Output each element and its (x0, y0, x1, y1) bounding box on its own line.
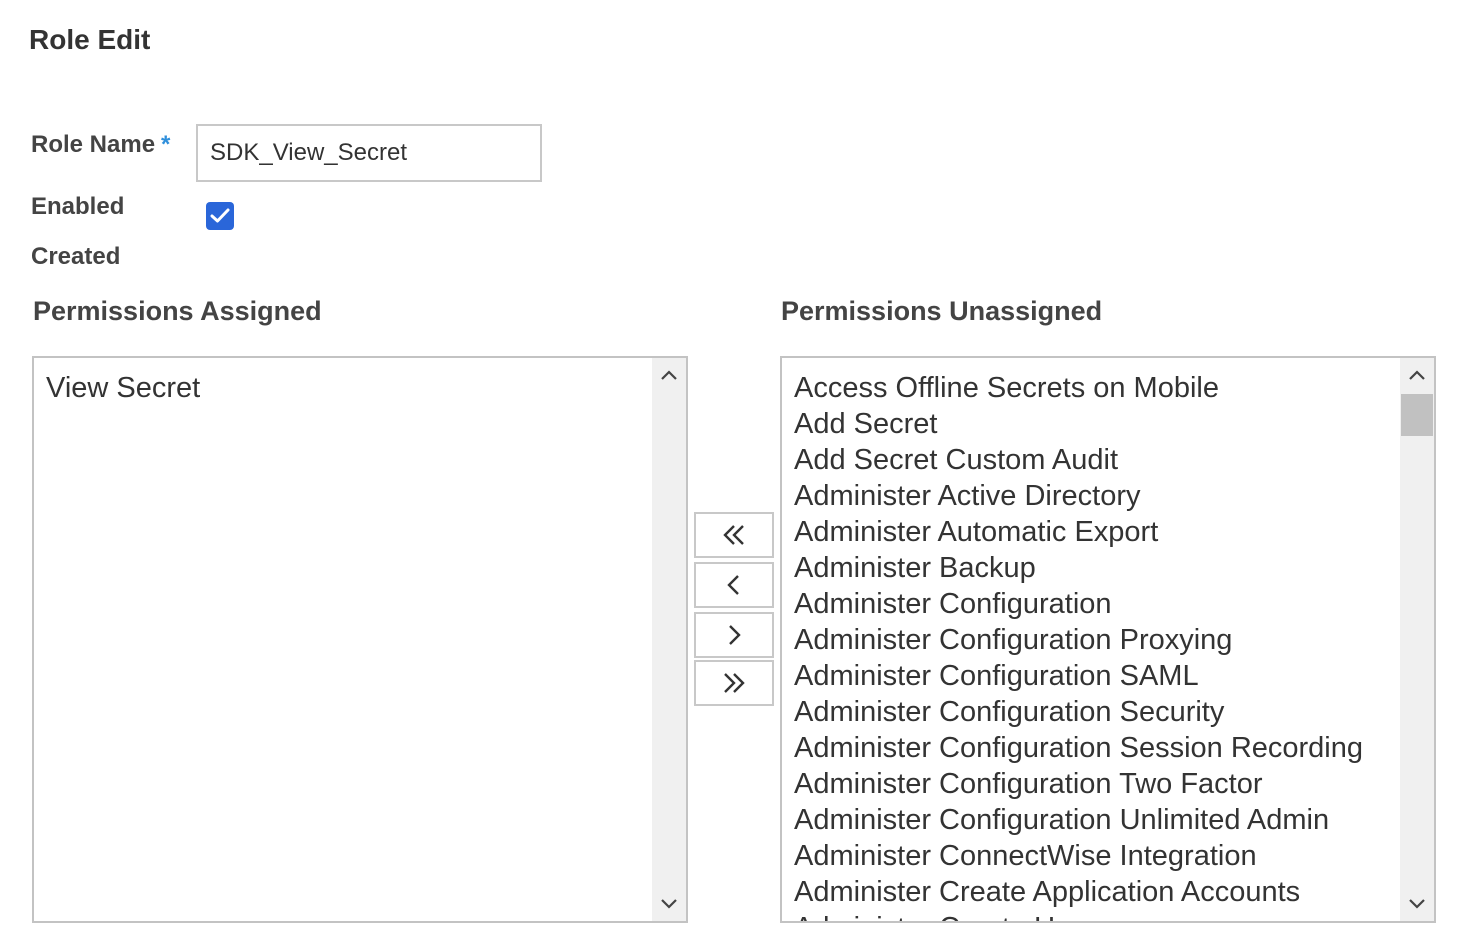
move-left-button[interactable] (694, 562, 774, 608)
list-item[interactable]: Add Secret Custom Audit (794, 442, 1394, 478)
scroll-up-icon[interactable] (652, 360, 686, 390)
list-item[interactable]: Administer Backup (794, 550, 1394, 586)
list-item[interactable]: Administer Active Directory (794, 478, 1394, 514)
list-item[interactable]: Add Secret (794, 406, 1394, 442)
role-name-label: Role Name * (31, 131, 170, 159)
scroll-down-icon[interactable] (1400, 889, 1434, 919)
role-edit-page: Role Edit Role Name* Enabled Created Per… (0, 0, 1470, 952)
permissions-unassigned-list[interactable]: Access Offline Secrets on Mobile Add Secr… (780, 356, 1436, 923)
assigned-scrollbar[interactable] (652, 358, 686, 921)
list-item[interactable]: Administer Configuration (794, 586, 1394, 622)
permissions-unassigned-label: Permissions Unassigned (781, 296, 1103, 326)
scroll-down-icon[interactable] (652, 889, 686, 919)
enabled-checkbox[interactable] (206, 202, 234, 230)
permissions-assigned-list[interactable]: View Secret (32, 356, 688, 923)
chevron-right-icon (729, 625, 741, 645)
move-all-right-button[interactable] (694, 660, 774, 706)
list-item[interactable]: Administer Configuration Unlimited Admin (794, 802, 1394, 838)
list-item[interactable]: Administer Configuration Security (794, 694, 1394, 730)
list-item[interactable]: Administer Create Application Accounts (794, 874, 1394, 910)
list-item[interactable]: Administer Create Users (794, 910, 1394, 921)
list-item[interactable]: Administer Configuration Two Factor (794, 766, 1394, 802)
double-chevron-left-icon (723, 525, 744, 545)
page-title: Role Edit (29, 24, 151, 55)
enabled-label: Enabled (31, 193, 125, 220)
list-item[interactable]: View Secret (46, 370, 646, 406)
unassigned-scrollbar[interactable] (1400, 358, 1434, 921)
chevron-left-icon (727, 575, 739, 595)
list-item[interactable]: Administer Automatic Export (794, 514, 1394, 550)
unassigned-items: Access Offline Secrets on Mobile Add Secr… (794, 370, 1394, 921)
list-item[interactable]: Administer Configuration Session Recordi… (794, 730, 1394, 766)
role-name-input[interactable] (196, 124, 542, 182)
list-item[interactable]: Administer Configuration SAML (794, 658, 1394, 694)
role-name-label-text: Role Name (31, 131, 156, 158)
created-label: Created (31, 243, 121, 270)
required-indicator: * (161, 131, 171, 158)
scroll-thumb[interactable] (1401, 394, 1433, 436)
list-item[interactable]: Administer ConnectWise Integration (794, 838, 1394, 874)
move-right-button[interactable] (694, 612, 774, 658)
assigned-items: View Secret (46, 370, 646, 406)
double-chevron-right-icon (724, 673, 745, 693)
scroll-up-icon[interactable] (1400, 360, 1434, 390)
move-all-left-button[interactable] (694, 512, 774, 558)
list-item[interactable]: Administer Configuration Proxying (794, 622, 1394, 658)
checkmark-icon (210, 208, 230, 223)
permissions-assigned-label: Permissions Assigned (33, 296, 322, 326)
list-item[interactable]: Access Offline Secrets on Mobile (794, 370, 1394, 406)
